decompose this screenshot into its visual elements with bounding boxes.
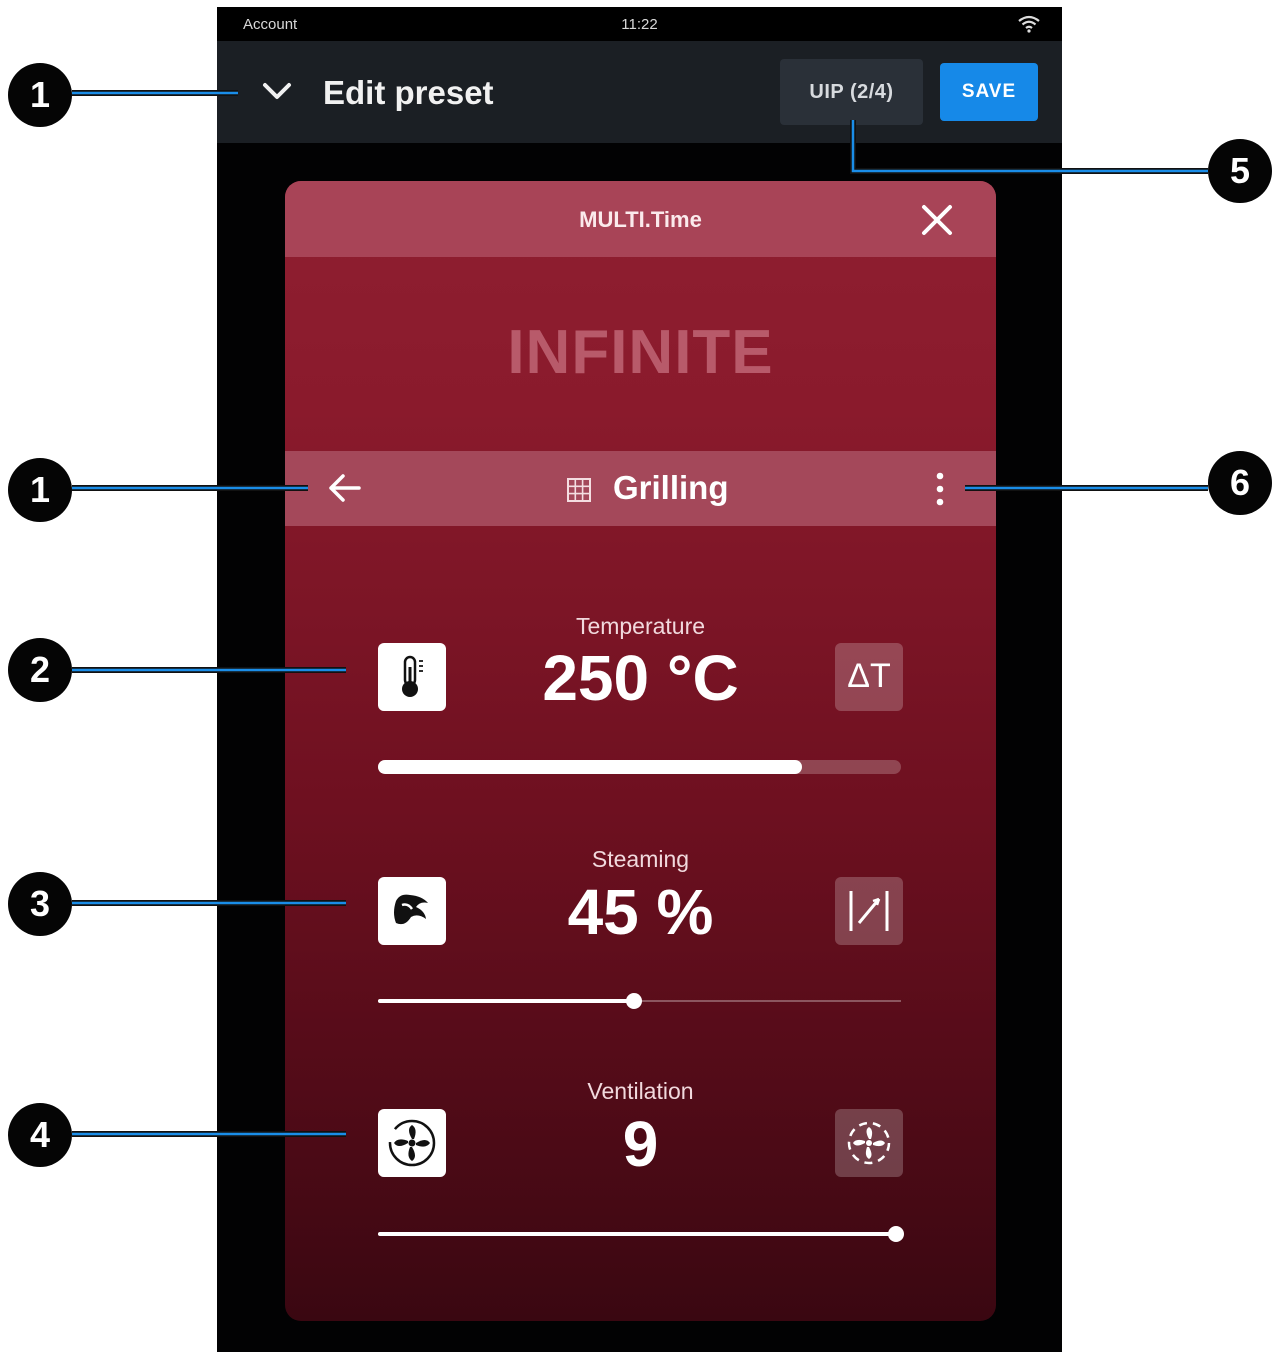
steaming-slider-thumb[interactable] xyxy=(626,993,643,1009)
chevron-down-icon[interactable] xyxy=(257,75,297,107)
mode-bar: Grilling xyxy=(285,451,996,526)
delta-t-icon[interactable]: ΔT xyxy=(835,643,903,711)
temperature-slider-fill xyxy=(378,760,802,774)
steaming-slider-fill xyxy=(378,999,635,1003)
mode-name: Grilling xyxy=(613,469,729,506)
ventilation-slider-thumb[interactable] xyxy=(887,1226,904,1242)
callout-badge-1: 1 xyxy=(8,63,72,127)
callout-badge-1-mode: 1 xyxy=(8,458,72,522)
callout-badge-4: 4 xyxy=(8,1103,72,1167)
ventilation-slider[interactable] xyxy=(378,1226,904,1242)
delta-t-label: ΔT xyxy=(847,657,891,695)
grid-icon xyxy=(567,478,591,502)
save-button[interactable]: SAVE xyxy=(940,63,1038,121)
callout-badge-2: 2 xyxy=(8,638,72,702)
page-title: Edit preset xyxy=(323,74,494,111)
wifi-icon xyxy=(1018,15,1040,33)
card-title: MULTI.Time xyxy=(579,207,702,232)
card-header: MULTI.Time xyxy=(285,181,996,257)
fan-pulse-icon[interactable] xyxy=(835,1109,903,1177)
top-bar: Edit preset UIP (2/4) SAVE xyxy=(217,41,1062,143)
more-vertical-icon[interactable] xyxy=(933,471,947,507)
steaming-label: Steaming xyxy=(591,846,690,872)
duration-display[interactable]: INFINITE xyxy=(285,317,996,388)
program-card: MULTI.Time INFINITE Grilling Temperature xyxy=(285,181,996,1321)
valve-icon[interactable] xyxy=(835,877,903,945)
callout-badge-3: 3 xyxy=(8,872,72,936)
steaming-slider[interactable] xyxy=(378,993,901,1009)
clock: 11:22 xyxy=(621,16,658,33)
callout-badge-6: 6 xyxy=(1208,451,1272,515)
ventilation-slider-fill xyxy=(378,1232,896,1236)
ventilation-label: Ventilation xyxy=(587,1078,694,1104)
status-bar: Account 11:22 xyxy=(217,7,1062,41)
callout-badge-5: 5 xyxy=(1208,139,1272,203)
close-icon[interactable] xyxy=(920,203,954,237)
uip-button[interactable]: UIP (2/4) xyxy=(780,59,923,125)
temperature-label: Temperature xyxy=(575,613,706,639)
arrow-left-icon[interactable] xyxy=(325,471,365,505)
device-screen: Account 11:22 Edit preset UIP (2/4) SAVE… xyxy=(217,7,1062,1352)
temperature-slider[interactable] xyxy=(378,760,901,774)
